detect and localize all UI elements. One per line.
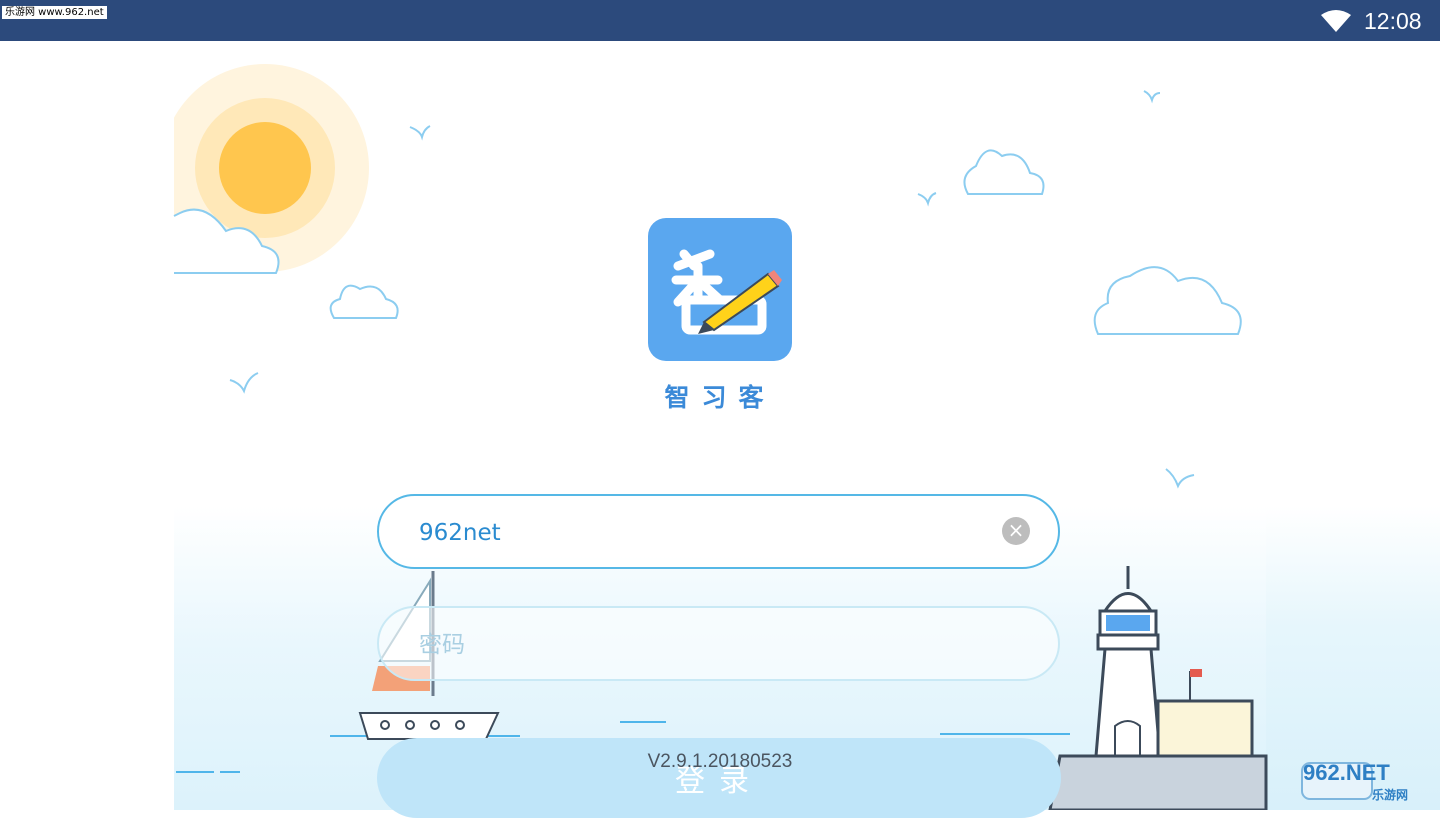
version-label: V2.9.1.20180523: [647, 751, 793, 772]
zhi-pencil-logo-icon: [671, 249, 782, 335]
username-input[interactable]: [417, 496, 981, 569]
app-name: 智习客: [664, 383, 776, 412]
password-field[interactable]: [377, 606, 1060, 681]
status-bar: 乐游网 www.962.net 12:08: [0, 0, 1440, 41]
wifi-icon: [1321, 10, 1351, 32]
site-watermark-text: 乐游网: [1372, 788, 1409, 802]
login-button[interactable]: 登录: [377, 738, 1061, 818]
illustration: [0, 41, 1268, 810]
source-watermark: 乐游网 www.962.net: [2, 6, 107, 19]
app-logo: [648, 218, 792, 361]
password-input[interactable]: [417, 608, 981, 681]
site-watermark-brand: 962.NET: [1303, 760, 1390, 785]
background-scene: [0, 41, 1440, 810]
username-field[interactable]: ×: [377, 494, 1060, 569]
clear-icon[interactable]: ×: [1002, 517, 1030, 545]
status-clock: 12:08: [1364, 8, 1422, 34]
lighthouse-icon: [1048, 566, 1268, 810]
